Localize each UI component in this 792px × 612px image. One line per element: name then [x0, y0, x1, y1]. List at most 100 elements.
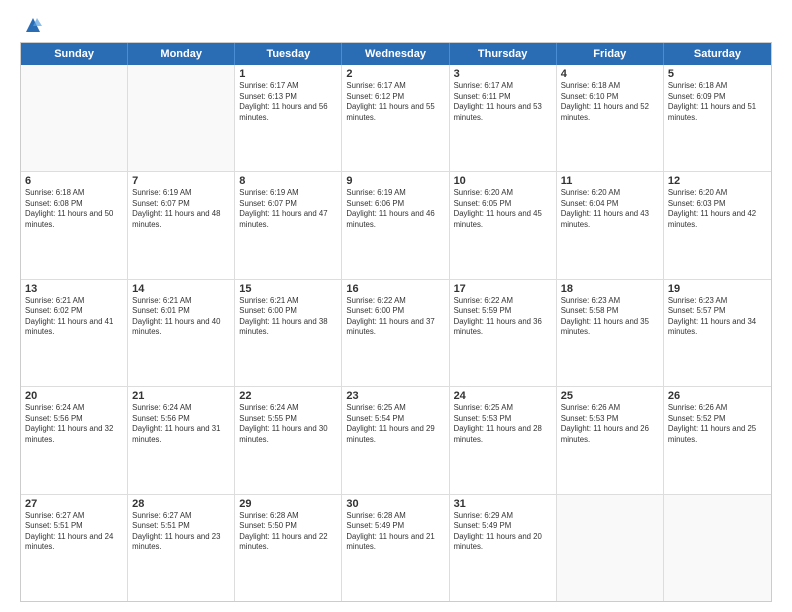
calendar-row-5: 27Sunrise: 6:27 AM Sunset: 5:51 PM Dayli… [21, 495, 771, 601]
header-day-thursday: Thursday [450, 43, 557, 65]
day-info: Sunrise: 6:17 AM Sunset: 6:12 PM Dayligh… [346, 81, 444, 123]
day-number: 21 [132, 390, 230, 402]
day-cell-6: 6Sunrise: 6:18 AM Sunset: 6:08 PM Daylig… [21, 172, 128, 278]
day-cell-16: 16Sunrise: 6:22 AM Sunset: 6:00 PM Dayli… [342, 280, 449, 386]
header-day-saturday: Saturday [664, 43, 771, 65]
day-info: Sunrise: 6:28 AM Sunset: 5:50 PM Dayligh… [239, 511, 337, 553]
day-cell-13: 13Sunrise: 6:21 AM Sunset: 6:02 PM Dayli… [21, 280, 128, 386]
day-number: 7 [132, 175, 230, 187]
day-info: Sunrise: 6:24 AM Sunset: 5:56 PM Dayligh… [132, 403, 230, 445]
day-info: Sunrise: 6:24 AM Sunset: 5:55 PM Dayligh… [239, 403, 337, 445]
day-cell-11: 11Sunrise: 6:20 AM Sunset: 6:04 PM Dayli… [557, 172, 664, 278]
day-number: 24 [454, 390, 552, 402]
day-info: Sunrise: 6:17 AM Sunset: 6:11 PM Dayligh… [454, 81, 552, 123]
day-info: Sunrise: 6:26 AM Sunset: 5:53 PM Dayligh… [561, 403, 659, 445]
day-info: Sunrise: 6:22 AM Sunset: 5:59 PM Dayligh… [454, 296, 552, 338]
header-day-tuesday: Tuesday [235, 43, 342, 65]
day-number: 2 [346, 68, 444, 80]
day-info: Sunrise: 6:20 AM Sunset: 6:04 PM Dayligh… [561, 188, 659, 230]
day-cell-24: 24Sunrise: 6:25 AM Sunset: 5:53 PM Dayli… [450, 387, 557, 493]
day-cell-27: 27Sunrise: 6:27 AM Sunset: 5:51 PM Dayli… [21, 495, 128, 601]
day-cell-9: 9Sunrise: 6:19 AM Sunset: 6:06 PM Daylig… [342, 172, 449, 278]
header [20, 16, 772, 34]
day-cell-19: 19Sunrise: 6:23 AM Sunset: 5:57 PM Dayli… [664, 280, 771, 386]
day-number: 19 [668, 283, 767, 295]
day-number: 5 [668, 68, 767, 80]
day-number: 11 [561, 175, 659, 187]
day-info: Sunrise: 6:26 AM Sunset: 5:52 PM Dayligh… [668, 403, 767, 445]
day-number: 22 [239, 390, 337, 402]
logo [20, 16, 42, 34]
header-day-wednesday: Wednesday [342, 43, 449, 65]
day-info: Sunrise: 6:19 AM Sunset: 6:07 PM Dayligh… [132, 188, 230, 230]
day-number: 1 [239, 68, 337, 80]
calendar-header: SundayMondayTuesdayWednesdayThursdayFrid… [21, 43, 771, 65]
day-info: Sunrise: 6:25 AM Sunset: 5:53 PM Dayligh… [454, 403, 552, 445]
day-number: 12 [668, 175, 767, 187]
day-cell-15: 15Sunrise: 6:21 AM Sunset: 6:00 PM Dayli… [235, 280, 342, 386]
day-info: Sunrise: 6:25 AM Sunset: 5:54 PM Dayligh… [346, 403, 444, 445]
page: SundayMondayTuesdayWednesdayThursdayFrid… [0, 0, 792, 612]
day-cell-20: 20Sunrise: 6:24 AM Sunset: 5:56 PM Dayli… [21, 387, 128, 493]
day-number: 20 [25, 390, 123, 402]
day-cell-26: 26Sunrise: 6:26 AM Sunset: 5:52 PM Dayli… [664, 387, 771, 493]
logo-icon [24, 16, 42, 34]
day-cell-22: 22Sunrise: 6:24 AM Sunset: 5:55 PM Dayli… [235, 387, 342, 493]
day-cell-12: 12Sunrise: 6:20 AM Sunset: 6:03 PM Dayli… [664, 172, 771, 278]
calendar-row-2: 6Sunrise: 6:18 AM Sunset: 6:08 PM Daylig… [21, 172, 771, 279]
calendar-row-3: 13Sunrise: 6:21 AM Sunset: 6:02 PM Dayli… [21, 280, 771, 387]
day-number: 3 [454, 68, 552, 80]
day-info: Sunrise: 6:27 AM Sunset: 5:51 PM Dayligh… [25, 511, 123, 553]
day-info: Sunrise: 6:29 AM Sunset: 5:49 PM Dayligh… [454, 511, 552, 553]
day-cell-8: 8Sunrise: 6:19 AM Sunset: 6:07 PM Daylig… [235, 172, 342, 278]
day-cell-30: 30Sunrise: 6:28 AM Sunset: 5:49 PM Dayli… [342, 495, 449, 601]
calendar-row-4: 20Sunrise: 6:24 AM Sunset: 5:56 PM Dayli… [21, 387, 771, 494]
day-number: 6 [25, 175, 123, 187]
day-cell-23: 23Sunrise: 6:25 AM Sunset: 5:54 PM Dayli… [342, 387, 449, 493]
day-number: 9 [346, 175, 444, 187]
day-info: Sunrise: 6:17 AM Sunset: 6:13 PM Dayligh… [239, 81, 337, 123]
header-day-sunday: Sunday [21, 43, 128, 65]
day-number: 26 [668, 390, 767, 402]
day-info: Sunrise: 6:20 AM Sunset: 6:05 PM Dayligh… [454, 188, 552, 230]
day-info: Sunrise: 6:21 AM Sunset: 6:00 PM Dayligh… [239, 296, 337, 338]
day-number: 30 [346, 498, 444, 510]
day-cell-18: 18Sunrise: 6:23 AM Sunset: 5:58 PM Dayli… [557, 280, 664, 386]
day-info: Sunrise: 6:24 AM Sunset: 5:56 PM Dayligh… [25, 403, 123, 445]
empty-cell [128, 65, 235, 171]
day-cell-28: 28Sunrise: 6:27 AM Sunset: 5:51 PM Dayli… [128, 495, 235, 601]
day-info: Sunrise: 6:22 AM Sunset: 6:00 PM Dayligh… [346, 296, 444, 338]
calendar-body: 1Sunrise: 6:17 AM Sunset: 6:13 PM Daylig… [21, 65, 771, 601]
day-number: 10 [454, 175, 552, 187]
calendar: SundayMondayTuesdayWednesdayThursdayFrid… [20, 42, 772, 602]
day-info: Sunrise: 6:21 AM Sunset: 6:01 PM Dayligh… [132, 296, 230, 338]
day-cell-2: 2Sunrise: 6:17 AM Sunset: 6:12 PM Daylig… [342, 65, 449, 171]
day-cell-7: 7Sunrise: 6:19 AM Sunset: 6:07 PM Daylig… [128, 172, 235, 278]
day-number: 13 [25, 283, 123, 295]
day-cell-21: 21Sunrise: 6:24 AM Sunset: 5:56 PM Dayli… [128, 387, 235, 493]
day-number: 25 [561, 390, 659, 402]
day-cell-1: 1Sunrise: 6:17 AM Sunset: 6:13 PM Daylig… [235, 65, 342, 171]
day-number: 28 [132, 498, 230, 510]
day-info: Sunrise: 6:28 AM Sunset: 5:49 PM Dayligh… [346, 511, 444, 553]
day-info: Sunrise: 6:18 AM Sunset: 6:10 PM Dayligh… [561, 81, 659, 123]
day-cell-10: 10Sunrise: 6:20 AM Sunset: 6:05 PM Dayli… [450, 172, 557, 278]
day-number: 16 [346, 283, 444, 295]
day-number: 29 [239, 498, 337, 510]
day-info: Sunrise: 6:19 AM Sunset: 6:06 PM Dayligh… [346, 188, 444, 230]
day-cell-14: 14Sunrise: 6:21 AM Sunset: 6:01 PM Dayli… [128, 280, 235, 386]
day-cell-17: 17Sunrise: 6:22 AM Sunset: 5:59 PM Dayli… [450, 280, 557, 386]
day-info: Sunrise: 6:18 AM Sunset: 6:08 PM Dayligh… [25, 188, 123, 230]
day-number: 15 [239, 283, 337, 295]
header-day-monday: Monday [128, 43, 235, 65]
day-number: 8 [239, 175, 337, 187]
day-number: 27 [25, 498, 123, 510]
day-info: Sunrise: 6:23 AM Sunset: 5:57 PM Dayligh… [668, 296, 767, 338]
day-info: Sunrise: 6:27 AM Sunset: 5:51 PM Dayligh… [132, 511, 230, 553]
day-number: 31 [454, 498, 552, 510]
day-cell-5: 5Sunrise: 6:18 AM Sunset: 6:09 PM Daylig… [664, 65, 771, 171]
day-cell-4: 4Sunrise: 6:18 AM Sunset: 6:10 PM Daylig… [557, 65, 664, 171]
day-info: Sunrise: 6:23 AM Sunset: 5:58 PM Dayligh… [561, 296, 659, 338]
day-cell-29: 29Sunrise: 6:28 AM Sunset: 5:50 PM Dayli… [235, 495, 342, 601]
day-cell-31: 31Sunrise: 6:29 AM Sunset: 5:49 PM Dayli… [450, 495, 557, 601]
